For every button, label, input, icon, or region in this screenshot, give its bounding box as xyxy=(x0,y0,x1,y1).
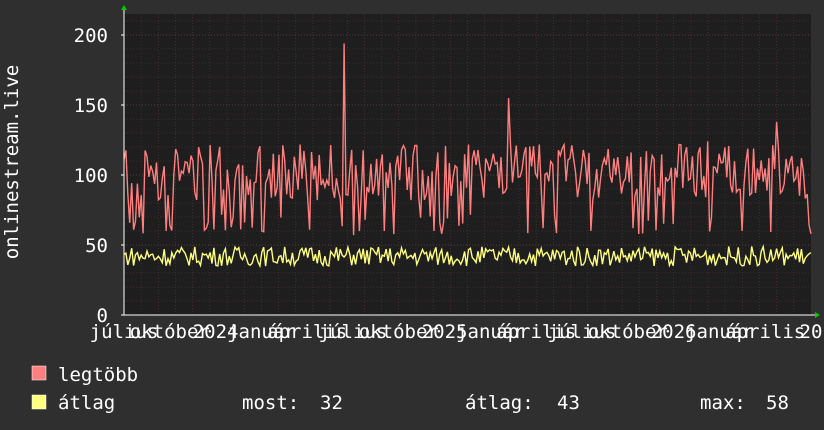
y-axis-label: onlinestream.live xyxy=(1,65,23,259)
y-tick-label: 100 xyxy=(74,165,108,187)
x-tick-label: április xyxy=(725,321,805,343)
x-tick-labels: júliusoktóber2024januáráprilisjúliusoktó… xyxy=(90,321,823,343)
chart-svg: 050100150200 júliusoktóber2024januárápri… xyxy=(0,0,824,430)
stat-avg-label: átlag: xyxy=(465,392,534,414)
y-tick-label: 150 xyxy=(74,95,108,117)
stat-max-label: max: xyxy=(700,392,746,414)
stat-max-value: 58 xyxy=(766,392,789,414)
y-tick-label: 50 xyxy=(85,235,108,257)
x-tick-label: 20 xyxy=(800,321,823,343)
legend-swatch-legtobb xyxy=(31,365,47,381)
legend-label-atlag: átlag xyxy=(58,392,115,414)
y-tick-label: 200 xyxy=(74,25,108,47)
legend-label-legtobb: legtöbb xyxy=(58,364,138,386)
legend-swatch-atlag xyxy=(31,394,47,410)
stat-avg-value: 43 xyxy=(557,392,580,414)
chart-root: 0 50 100 150 200 július október 2024 január ápri… xyxy=(0,0,824,430)
stat-now-value: 32 xyxy=(320,392,343,414)
stat-now-label: most: xyxy=(242,392,299,414)
